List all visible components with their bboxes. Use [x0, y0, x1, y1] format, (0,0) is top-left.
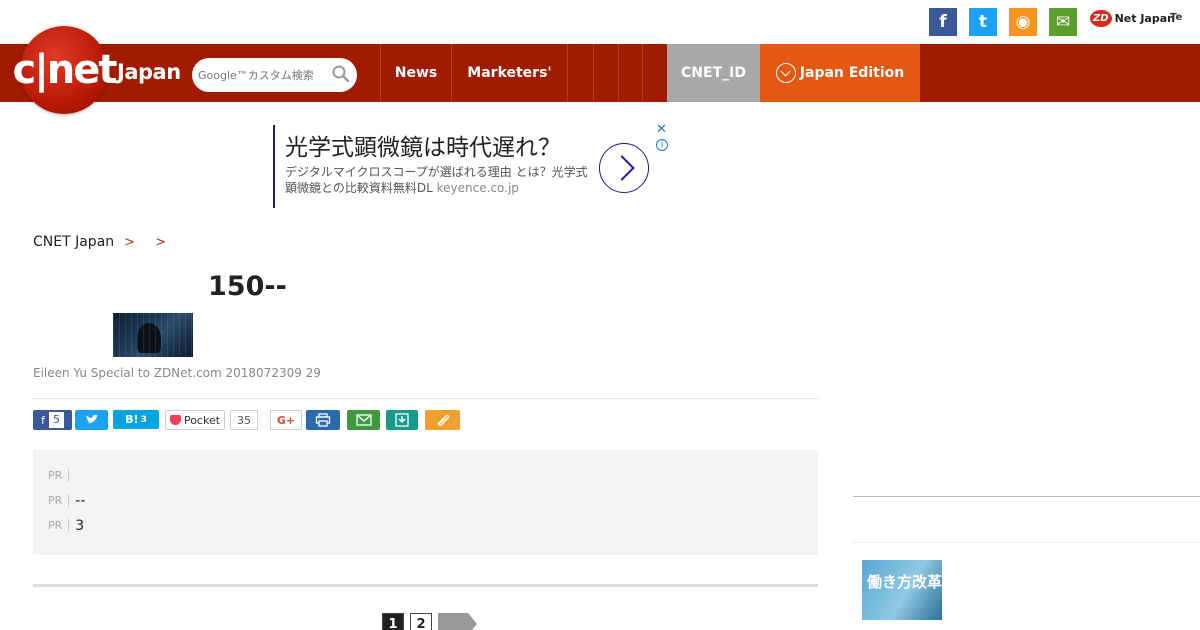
page-1-button[interactable]: 1	[382, 613, 404, 630]
dotted-divider	[33, 398, 818, 399]
twitter-bird-icon	[85, 414, 98, 424]
hatena-count: 3	[140, 414, 147, 425]
article-byline: Eileen Yu Special to ZDNet.com 201807230…	[33, 366, 321, 380]
logo-japan-text[interactable]: Japan	[117, 60, 181, 84]
print-button[interactable]	[306, 410, 340, 430]
pr-link[interactable]: --	[75, 493, 85, 509]
ad-domain: keyence.co.jp	[436, 181, 519, 195]
mail-share-button[interactable]	[347, 410, 380, 430]
pr-tag: PR	[48, 519, 70, 532]
pr-row[interactable]: PR --	[48, 488, 818, 513]
print-icon	[315, 413, 331, 427]
nav-item-4[interactable]	[593, 44, 618, 102]
techrepublic-logo[interactable]: Te	[1170, 12, 1182, 23]
breadcrumb: CNET Japan > >	[33, 234, 176, 250]
ad-banner[interactable]: 光学式顕微鏡は時代遅れ？ デジタルマイクロスコープが選ばれる理由 とは？光学式顕…	[273, 122, 673, 208]
paperclip-icon	[437, 414, 449, 426]
mail-share-icon	[355, 414, 372, 426]
sidebar-divider	[853, 496, 1200, 497]
hatena-label: B!	[125, 413, 139, 426]
facebook-icon[interactable]: f	[929, 8, 957, 36]
pocket-icon	[169, 415, 181, 425]
nav-news[interactable]: News	[380, 44, 451, 102]
article-thumbnail	[113, 313, 193, 357]
download-icon	[395, 413, 409, 427]
nav-marketers[interactable]: Marketers'	[451, 44, 567, 102]
pr-tag: PR	[48, 469, 70, 482]
search-box[interactable]	[192, 58, 357, 92]
ad-description[interactable]: デジタルマイクロスコープが選ばれる理由 とは？光学式顕微鏡との比較資料無料DL …	[285, 164, 595, 196]
download-button[interactable]	[386, 410, 418, 430]
pr-link[interactable]: 3	[75, 518, 84, 534]
sidebar-thumbnail[interactable]: 働き方改革	[862, 560, 942, 620]
page-2-button[interactable]: 2	[410, 613, 432, 630]
mail-icon[interactable]: ✉	[1049, 8, 1077, 36]
twitter-share-button[interactable]	[75, 410, 108, 430]
ad-close-icon[interactable]: ✕	[656, 122, 667, 137]
pr-tag: PR	[48, 494, 70, 507]
twitter-icon[interactable]: t	[969, 8, 997, 36]
main-nav-bar: Japan News Marketers' CNET_ID Japan Edit…	[0, 44, 1200, 102]
nav-japan-edition[interactable]: Japan Edition	[760, 44, 920, 102]
ad-arrow-icon[interactable]	[599, 143, 649, 193]
pocket-button[interactable]: Pocket	[165, 410, 225, 430]
breadcrumb-home[interactable]: CNET Japan	[33, 234, 114, 250]
pocket-count: 35	[230, 410, 258, 430]
facebook-share-icon: f	[41, 413, 45, 427]
article-headline: 150--	[208, 271, 287, 302]
facebook-share-button[interactable]: f 5	[33, 410, 72, 430]
nav-cnet-id[interactable]: CNET_ID	[667, 44, 760, 102]
nav-item-6[interactable]	[642, 44, 667, 102]
section-divider	[33, 584, 818, 587]
google-plus-button[interactable]: G+	[270, 410, 302, 430]
pr-row[interactable]: PR	[48, 463, 818, 488]
hatena-bookmark-button[interactable]: B! 3	[113, 410, 159, 429]
pr-links-box: PR PR -- PR 3	[33, 450, 818, 555]
nav-item-5[interactable]	[618, 44, 642, 102]
zdnet-badge: ZD	[1090, 10, 1112, 27]
pocket-label: Pocket	[183, 413, 221, 427]
sidebar-divider	[853, 542, 1200, 543]
breadcrumb-sep: >	[155, 234, 166, 250]
zdnet-japan-logo[interactable]: ZD Net Japan	[1090, 10, 1175, 27]
search-input[interactable]	[198, 68, 326, 82]
search-icon[interactable]	[331, 64, 351, 84]
cnet-logo[interactable]: c|net	[12, 26, 118, 114]
zdnet-label: Net Japan	[1114, 12, 1175, 25]
breadcrumb-sep: >	[124, 234, 136, 250]
pr-row[interactable]: PR 3	[48, 513, 818, 538]
rss-icon[interactable]: ◉	[1009, 8, 1037, 36]
nav-item-3[interactable]	[567, 44, 593, 102]
nav-japan-edition-label: Japan Edition	[799, 65, 905, 81]
clip-button[interactable]	[425, 410, 460, 430]
chevron-down-icon	[775, 63, 796, 83]
top-social-bar: f t ◉ ✉ ZD Net Japan Te	[0, 0, 1200, 44]
ad-info-icon[interactable]: i	[656, 139, 668, 151]
facebook-share-count: 5	[48, 412, 64, 428]
next-page-arrow-icon[interactable]	[438, 613, 477, 630]
